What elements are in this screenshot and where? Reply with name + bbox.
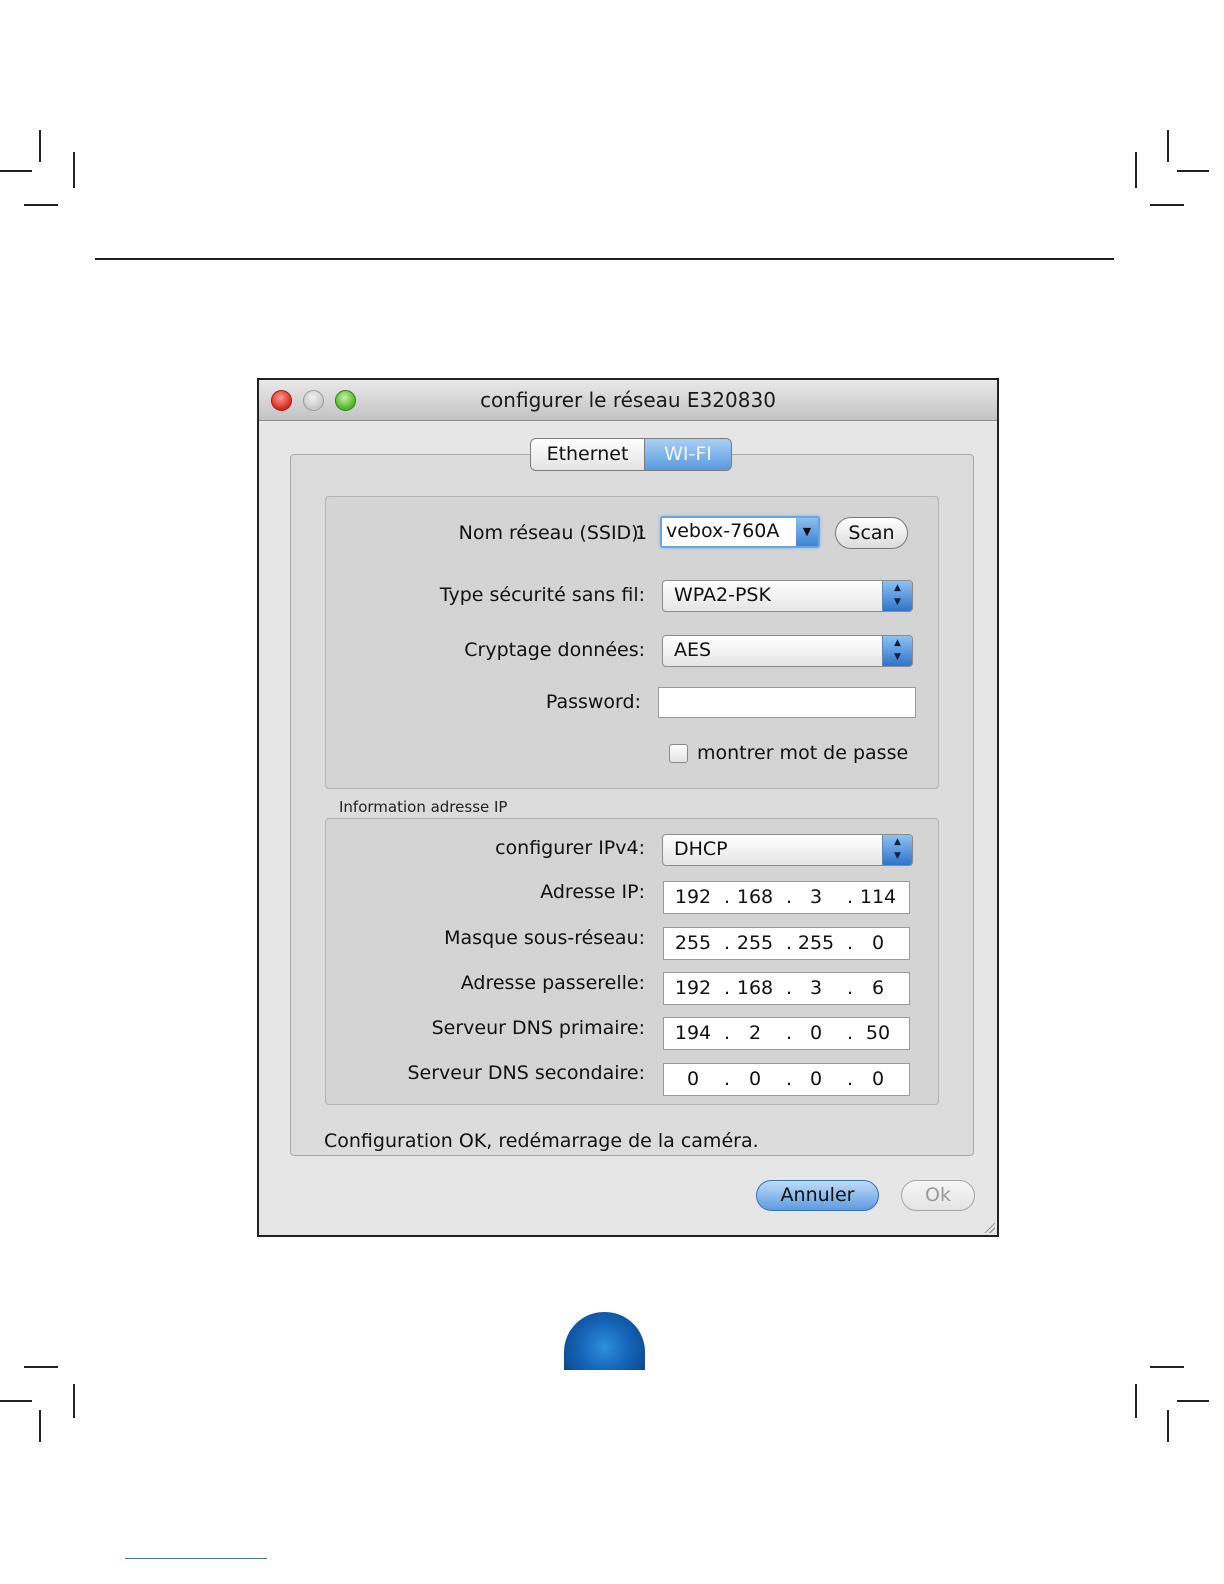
password-field[interactable] xyxy=(658,687,916,718)
title-bar[interactable]: configurer le réseau E320830 xyxy=(259,380,997,421)
crop-mark xyxy=(1177,170,1209,172)
resize-grip-icon[interactable] xyxy=(983,1221,995,1233)
chevron-down-icon[interactable]: ▼ xyxy=(796,518,818,546)
crop-mark xyxy=(39,130,41,162)
header-rule xyxy=(95,258,1114,260)
ip-group-title: Information adresse IP xyxy=(339,798,508,816)
subnet-mask-field[interactable]: 255. 255. 255. 0 xyxy=(663,927,910,960)
crop-mark xyxy=(24,204,58,206)
crop-mark xyxy=(73,1384,75,1418)
show-password-label[interactable]: montrer mot de passe xyxy=(697,742,908,764)
tab-wifi[interactable]: WI-FI xyxy=(645,439,731,470)
security-type-label: Type sécurité sans fil: xyxy=(439,584,645,606)
ipv4-config-label: configurer IPv4: xyxy=(495,837,645,859)
crop-mark xyxy=(0,1400,32,1402)
crop-mark xyxy=(1150,1366,1184,1368)
tab-ethernet[interactable]: Ethernet xyxy=(531,439,645,470)
ssid-value: vebox-760A xyxy=(666,520,780,542)
ipv4-config-value: DHCP xyxy=(674,838,728,860)
security-type-select[interactable]: WPA2-PSK ▲ ▼ xyxy=(662,580,913,612)
up-down-arrows-icon: ▲ ▼ xyxy=(882,835,912,865)
crop-mark xyxy=(24,1366,58,1368)
show-password-checkbox[interactable] xyxy=(669,744,688,763)
dns-primary-field[interactable]: 194. 2. 0. 50 xyxy=(663,1017,910,1050)
crop-mark xyxy=(1167,130,1169,162)
ssid-label: Nom réseau (SSID): xyxy=(458,522,645,544)
encryption-label: Cryptage données: xyxy=(464,639,645,661)
dns-primary-label: Serveur DNS primaire: xyxy=(431,1017,645,1039)
network-config-window: configurer le réseau E320830 Ethernet WI… xyxy=(257,378,999,1237)
crop-mark xyxy=(73,152,75,188)
crop-mark xyxy=(1150,204,1184,206)
crop-mark xyxy=(1177,1400,1209,1402)
encryption-value: AES xyxy=(674,639,712,661)
crop-mark xyxy=(1135,152,1137,188)
gateway-label: Adresse passerelle: xyxy=(460,972,645,994)
dns-secondary-field[interactable]: 0. 0. 0. 0 xyxy=(663,1063,910,1096)
gateway-field[interactable]: 192. 168. 3. 6 xyxy=(663,972,910,1005)
crop-mark xyxy=(0,170,32,172)
ipv4-config-select[interactable]: DHCP ▲ ▼ xyxy=(662,834,913,866)
crop-mark xyxy=(1135,1384,1137,1418)
ip-address-label: Adresse IP: xyxy=(540,881,645,903)
encryption-select[interactable]: AES ▲ ▼ xyxy=(662,635,913,667)
ssid-combo-box[interactable]: vebox-760A ▼ xyxy=(660,516,820,548)
ok-button[interactable]: Ok xyxy=(901,1180,975,1211)
crop-mark xyxy=(39,1410,41,1442)
crop-mark xyxy=(1167,1410,1169,1442)
ip-address-field[interactable]: 192. 168. 3. 114 xyxy=(663,881,910,914)
scan-button[interactable]: Scan xyxy=(835,517,908,549)
subnet-mask-label: Masque sous-réseau: xyxy=(444,927,645,949)
ssid-index: 1 xyxy=(635,522,648,544)
page-marker-icon xyxy=(564,1312,645,1370)
footer-underline xyxy=(125,1558,267,1559)
security-type-value: WPA2-PSK xyxy=(674,584,771,606)
cancel-button[interactable]: Annuler xyxy=(756,1180,879,1211)
tab-control: Ethernet WI-FI xyxy=(530,438,732,471)
window-title: configurer le réseau E320830 xyxy=(480,388,776,412)
status-message: Configuration OK, redémarrage de la camé… xyxy=(324,1130,759,1152)
dns-secondary-label: Serveur DNS secondaire: xyxy=(407,1062,646,1084)
up-down-arrows-icon: ▲ ▼ xyxy=(882,636,912,666)
password-label: Password: xyxy=(545,691,641,713)
up-down-arrows-icon: ▲ ▼ xyxy=(882,581,912,611)
